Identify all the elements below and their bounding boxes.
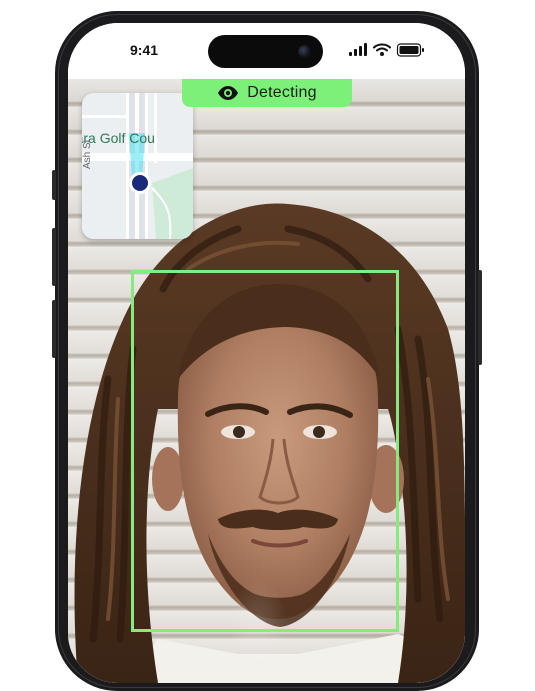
wifi-icon	[373, 43, 391, 56]
map-street-label: Ash St	[82, 139, 93, 169]
phone-screen: ngara Golf Cou Ash St 9:41	[68, 23, 465, 683]
mini-map[interactable]: ngara Golf Cou Ash St	[82, 93, 193, 239]
dynamic-island	[208, 35, 323, 68]
map-tiles	[82, 93, 193, 239]
volume-down-button	[52, 300, 56, 358]
location-marker-icon	[129, 172, 151, 194]
front-camera-icon	[298, 45, 311, 58]
cellular-signal-icon	[349, 43, 367, 56]
battery-icon	[396, 43, 424, 57]
status-bar: 9:41	[68, 23, 465, 79]
detecting-status-badge: Detecting	[182, 79, 352, 107]
eye-icon	[218, 86, 239, 100]
status-icons	[349, 43, 427, 57]
status-time: 9:41	[130, 42, 159, 58]
volume-up-button	[52, 228, 56, 286]
detecting-status-label: Detecting	[247, 84, 317, 101]
face-detection-box	[131, 270, 399, 632]
power-button	[478, 270, 482, 365]
action-button	[52, 170, 56, 200]
